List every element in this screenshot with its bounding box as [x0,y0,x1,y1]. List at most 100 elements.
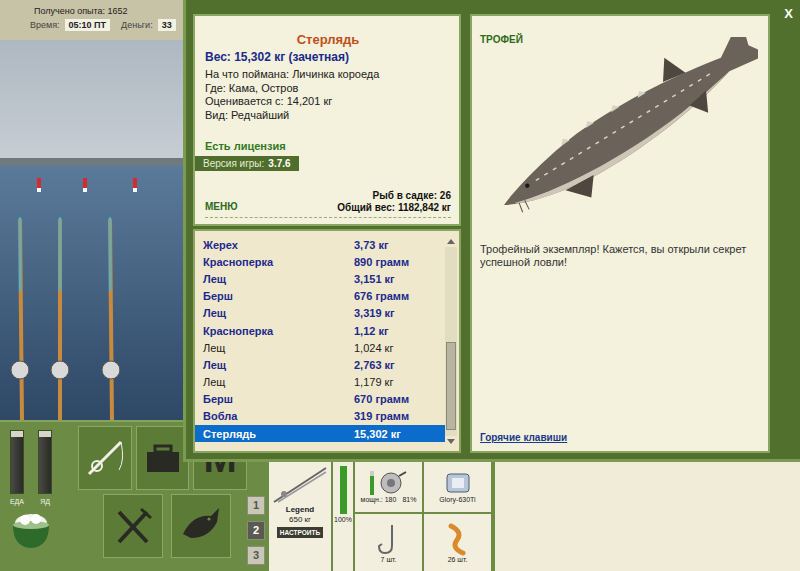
catch-row[interactable]: Лещ3,151 кг [195,270,445,287]
bait-count: 26 шт. [448,556,468,563]
time-label: Время: [30,20,60,30]
catch-row[interactable]: Вобла319 грамм [195,408,445,425]
rods-button[interactable] [78,426,132,490]
condition-track [340,466,347,514]
tackle-box-icon [141,436,185,480]
catch-row[interactable]: Лещ3,319 кг [195,305,445,322]
rod-set-button[interactable]: 2 [247,521,265,540]
catch-name: Красноперка [203,256,354,268]
rod-condition: 100% [333,462,353,571]
scrollbar[interactable] [445,236,457,447]
catch-weight: 3,319 кг [354,307,395,319]
fish-detail: На что поймана: Личинка короеда [205,68,451,82]
catch-row[interactable]: Берш670 грамм [195,391,445,408]
gauge-label: ЕДА [10,498,24,505]
catch-weight: 1,179 кг [354,376,393,388]
catch-weight: 319 грамм [354,410,409,422]
rod-icon [272,466,328,504]
fish-detail: Вид: Редчайший [205,109,451,123]
rod-set-button[interactable]: 3 [247,546,265,565]
catch-weight: 1,024 кг [354,342,393,354]
reel-wear-track [370,471,374,495]
catch-weight: 670 грамм [354,393,409,405]
catch-list: Жерех3,73 кгКрасноперка890 граммЛещ3,151… [193,229,461,453]
catch-panel: СтерлядьВес: 15,302 кг (зачетная)На что … [193,14,461,453]
sturgeon-icon [496,37,758,227]
trophy-panel: ТРОФЕЙ Трофейный экземпляр! Кажется, вы о… [470,14,770,453]
catch-row[interactable]: Красноперка890 грамм [195,253,445,270]
version-value: 3.7.6 [268,158,290,169]
fish-name: Стерлядь [205,32,451,47]
catch-name: Лещ [203,376,354,388]
gauge-fill [11,437,23,493]
line-spool-icon [443,470,473,496]
hook-icon [374,522,404,556]
reel-icon [377,470,407,496]
catch-row[interactable]: Стерлядь15,302 кг [195,425,445,442]
gauge-track [10,430,24,494]
catch-weight: 676 грамм [354,290,409,302]
eat-button[interactable] [103,494,163,558]
rod-slot[interactable]: Legend650 кг НАСТРОИТЬ [269,462,331,571]
fish-button[interactable] [171,494,231,558]
catch-weight: 1,12 кг [354,325,389,337]
hook-count: 7 шт. [381,556,397,563]
trophy-badge: ТРОФЕЙ [480,34,760,45]
pot-icon[interactable] [8,511,54,551]
catch-weight: 2,763 кг [354,359,395,371]
catch-row[interactable]: Лещ1,179 кг [195,374,445,391]
trophy-text: Трофейный экземпляр! Кажется, вы открыли… [480,243,760,269]
rod-name: Legend [286,505,314,514]
line-slot[interactable]: Glory-630Ti [424,462,491,512]
keepnet-count: Рыб в садке: 26 [373,190,451,202]
version-label: Версия игры: [203,158,264,169]
tackle-area: Legend650 кг НАСТРОИТЬ 100% мощн.: 180 81% Gl… [269,462,800,571]
catch-name: Берш [203,393,354,405]
hotkeys-link[interactable]: Горячие клавиши [480,432,760,443]
lake-icon [0,40,190,420]
gauge-label: ЯД [40,498,50,505]
game-screen: Получено опыта: 1652Время:05:10 ПТДеньги… [0,0,800,571]
scroll-up-icon[interactable] [447,239,455,244]
catch-name: Лещ [203,342,354,354]
catch-weight: 3,73 кг [354,239,389,251]
knife-fork-icon [111,504,155,548]
catch-row[interactable]: Жерех3,73 кг [195,236,445,253]
scroll-thumb[interactable] [446,342,456,431]
fish-info: СтерлядьВес: 15,302 кг (зачетная)На что … [193,14,461,226]
catch-name: Жерех [203,239,354,251]
gauge: ЯД [38,430,52,505]
catch-weight: 3,151 кг [354,273,395,285]
rod-load: 650 кг [289,515,311,524]
catch-row[interactable]: Берш676 грамм [195,288,445,305]
keepnet-weight: Общий вес: 1182,842 кг [337,202,451,214]
fish-icon [179,504,223,548]
catch-row[interactable]: Лещ1,024 кг [195,339,445,356]
hook-slot[interactable]: 7 шт. [355,514,422,571]
fishing-rod-icon [83,436,127,480]
gauge-track [38,430,52,494]
bait-slot[interactable]: 26 шт. [424,514,491,571]
catch-name: Лещ [203,307,354,319]
condition-fill [340,466,347,514]
fish-detail: Где: Кама, Остров [205,82,451,96]
setup-button[interactable]: НАСТРОИТЬ [277,527,323,538]
catch-row[interactable]: Красноперка1,12 кг [195,322,445,339]
scroll-down-icon[interactable] [447,439,455,444]
rod-set-button[interactable]: 1 [247,496,265,515]
catch-weight: 15,302 кг [354,428,401,440]
menu-button[interactable]: МЕНЮ [205,201,238,212]
larva-icon [443,522,473,556]
gauge: ЕДА [10,430,24,505]
reel-slot[interactable]: мощн.: 180 81% [355,462,422,512]
catch-name: Вобла [203,410,354,422]
fish-detail: Оценивается с: 14,201 кг [205,95,451,109]
catch-dialog: X СтерлядьВес: 15,302 кг (зачетная)На что… [183,0,800,462]
catch-name: Лещ [203,359,354,371]
reel-power: мощн.: 180 [361,496,397,503]
money-value: 33 [158,19,176,31]
tackle-box-button[interactable] [136,426,190,490]
catch-row[interactable]: Лещ2,763 кг [195,356,445,373]
close-button[interactable]: X [784,6,793,21]
reel-wear: 81% [402,496,416,503]
